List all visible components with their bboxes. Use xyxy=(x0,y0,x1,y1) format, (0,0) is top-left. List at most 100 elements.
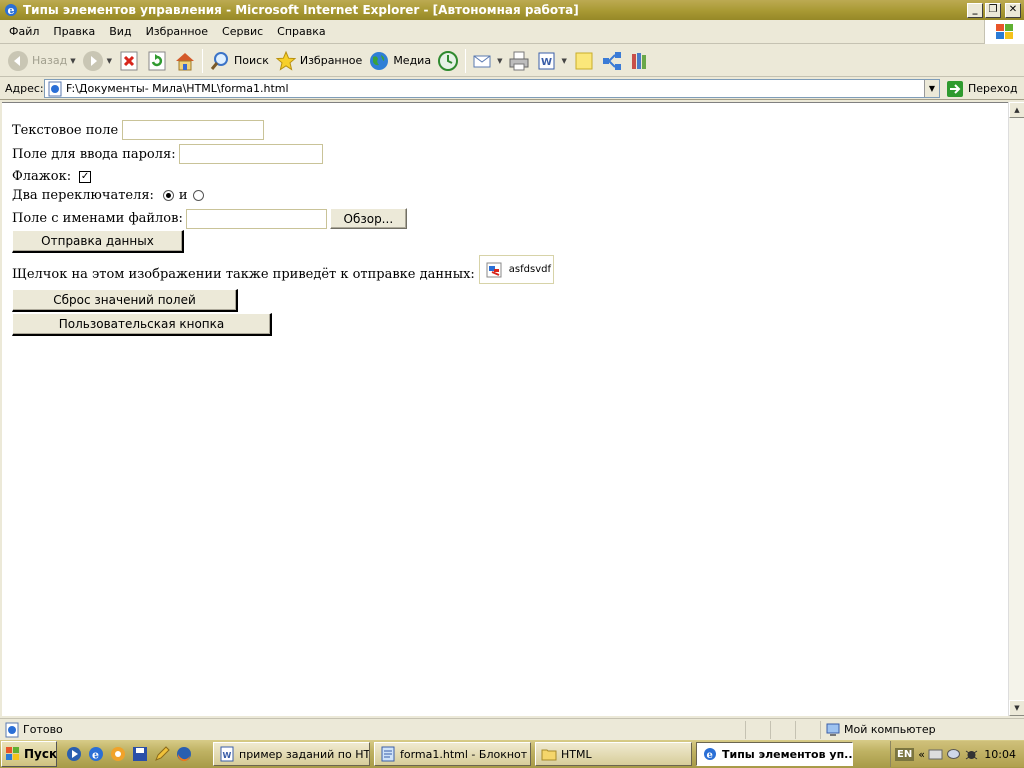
back-arrow-icon xyxy=(8,50,28,71)
address-bar: Адрес: F:\Документы- Мила\HTML\forma1.ht… xyxy=(0,78,1024,100)
history-icon xyxy=(438,50,459,71)
favorites-button[interactable]: Избранное xyxy=(272,47,365,75)
broken-image-icon xyxy=(486,262,502,277)
go-arrow-icon xyxy=(947,80,963,97)
svg-text:e: e xyxy=(8,4,15,17)
radio-button-2[interactable] xyxy=(192,190,204,201)
keyboard-icon[interactable] xyxy=(928,747,943,762)
custom-button[interactable]: Пользовательская кнопка xyxy=(12,313,272,336)
stop-button[interactable] xyxy=(115,47,143,75)
go-label: Переход xyxy=(968,82,1018,95)
page-icon xyxy=(5,722,19,737)
status-cell xyxy=(795,720,820,739)
submit-button[interactable]: Отправка данных xyxy=(12,230,184,253)
chevron-down-icon[interactable]: ▼ xyxy=(497,57,502,65)
reset-button[interactable]: Сброс значений полей xyxy=(12,289,238,312)
discuss-button[interactable] xyxy=(570,47,598,75)
language-indicator[interactable]: EN xyxy=(895,747,915,761)
messenger-button[interactable] xyxy=(598,47,626,75)
vertical-scrollbar[interactable]: ▲ ▼ xyxy=(1008,102,1024,716)
status-message: Готово xyxy=(0,722,745,738)
menu-help[interactable]: Справка xyxy=(270,25,332,38)
note-icon xyxy=(575,52,593,69)
firefox-icon[interactable] xyxy=(175,745,193,763)
image-submit-text: Щелчок на этом изображении также приведё… xyxy=(12,267,475,282)
edit-button[interactable]: W ▼ xyxy=(533,47,569,75)
ie-icon[interactable]: e xyxy=(87,745,105,763)
checkbox-label: Флажок: xyxy=(12,169,72,184)
maximize-button[interactable]: ❐ xyxy=(985,2,1001,18)
radio-row: Два переключателя: и xyxy=(12,188,209,203)
password-input[interactable] xyxy=(178,144,323,164)
browse-button[interactable]: Обзор... xyxy=(329,208,407,229)
radio-button-1[interactable] xyxy=(162,190,174,201)
search-button[interactable]: Поиск xyxy=(206,47,272,75)
text-field-row: Текстовое поле xyxy=(12,120,265,140)
pencil-icon[interactable] xyxy=(153,745,171,763)
task-notepad[interactable]: forma1.html - Блокнот xyxy=(374,742,531,766)
task-word-doc[interactable]: W пример заданий по HT... xyxy=(213,742,370,766)
address-url: F:\Документы- Мила\HTML\forma1.html xyxy=(66,82,289,95)
password-label: Поле для ввода пароля: xyxy=(12,146,176,162)
status-text: Готово xyxy=(23,723,63,736)
address-input[interactable]: F:\Документы- Мила\HTML\forma1.html ▼ xyxy=(44,79,940,98)
svg-text:W: W xyxy=(541,57,552,68)
outlook-icon[interactable] xyxy=(109,745,127,763)
reset-row: Сброс значений полей xyxy=(12,289,238,312)
start-button[interactable]: Пуск xyxy=(1,741,57,767)
home-button[interactable] xyxy=(171,47,199,75)
text-input[interactable] xyxy=(122,120,265,140)
research-button[interactable] xyxy=(626,47,654,75)
title-bar[interactable]: e Типы элементов управления - Microsoft … xyxy=(0,0,1024,20)
back-button[interactable]: Назад ▼ xyxy=(4,47,79,75)
go-button[interactable]: Переход xyxy=(946,80,1018,98)
menu-tools[interactable]: Сервис xyxy=(215,25,270,38)
chevron-down-icon[interactable]: ▼ xyxy=(70,57,75,65)
network-icon xyxy=(602,51,621,70)
minimize-button[interactable]: _ xyxy=(967,2,983,18)
file-path-input[interactable] xyxy=(185,208,327,229)
file-label: Поле с именами файлов: xyxy=(12,211,183,226)
file-row: Поле с именами файлов: Обзор... xyxy=(12,208,407,229)
task-label: HTML xyxy=(561,747,592,761)
media-label: Медиа xyxy=(393,54,432,67)
star-icon xyxy=(275,50,297,71)
scroll-up-icon[interactable]: ▲ xyxy=(1009,102,1024,118)
start-label: Пуск xyxy=(24,747,58,761)
menu-favorites[interactable]: Избранное xyxy=(139,25,215,38)
media-player-icon[interactable] xyxy=(65,745,83,763)
refresh-button[interactable] xyxy=(143,47,171,75)
toolbar-separator xyxy=(465,48,467,73)
menu-bar: Файл Правка Вид Избранное Сервис Справка xyxy=(0,20,1024,44)
scroll-down-icon[interactable]: ▼ xyxy=(1009,700,1024,716)
security-zone: Мой компьютер xyxy=(820,720,1020,739)
page-icon xyxy=(48,81,62,96)
menu-view[interactable]: Вид xyxy=(102,25,138,38)
image-submit-row: Щелчок на этом изображении также приведё… xyxy=(12,255,554,284)
menu-edit[interactable]: Правка xyxy=(46,25,102,38)
image-submit-button[interactable]: asfdsvdf xyxy=(478,255,554,284)
media-button[interactable]: Медиа xyxy=(365,47,434,75)
word-icon: W xyxy=(220,746,234,762)
address-dropdown-icon[interactable]: ▼ xyxy=(924,80,939,97)
chevron-down-icon[interactable]: ▼ xyxy=(107,57,112,65)
save-icon[interactable] xyxy=(131,745,149,763)
radio-joiner: и xyxy=(178,188,188,203)
history-button[interactable] xyxy=(434,47,462,75)
clock: 10:04 xyxy=(984,747,1016,761)
menu-file[interactable]: Файл xyxy=(0,25,46,38)
task-folder[interactable]: HTML xyxy=(535,742,692,766)
mail-button[interactable]: ▼ xyxy=(469,47,505,75)
close-button[interactable]: ✕ xyxy=(1005,2,1021,18)
chat-icon[interactable] xyxy=(946,747,961,762)
home-icon xyxy=(176,52,194,70)
chevron-down-icon[interactable]: ▼ xyxy=(561,57,566,65)
bug-icon[interactable] xyxy=(964,747,979,762)
globe-icon xyxy=(370,51,389,70)
computer-icon xyxy=(826,723,840,736)
print-button[interactable] xyxy=(505,47,533,75)
forward-button[interactable]: ▼ xyxy=(79,47,115,75)
task-browser[interactable]: e Типы элементов уп... xyxy=(696,742,853,766)
checkbox[interactable]: ✓ xyxy=(79,170,92,183)
tray-expand-icon[interactable]: « xyxy=(918,748,925,761)
